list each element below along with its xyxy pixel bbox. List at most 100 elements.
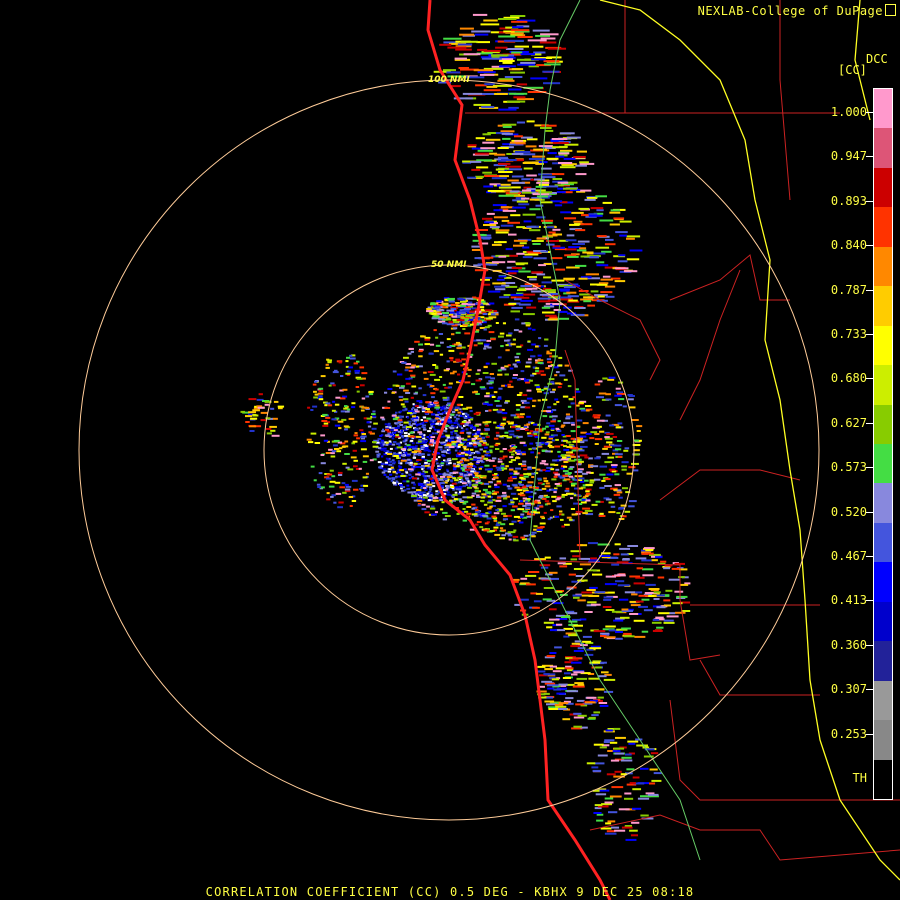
radar-echo — [405, 462, 408, 465]
radar-echo — [448, 382, 453, 385]
radar-echo — [434, 406, 441, 409]
radar-echo — [604, 478, 611, 481]
radar-echo — [618, 518, 625, 520]
color-scale-tick-label: 0.467 — [830, 549, 867, 563]
radar-echo — [359, 366, 365, 369]
radar-echo — [392, 478, 396, 481]
radar-echo — [329, 480, 336, 483]
radar-echo — [404, 451, 408, 454]
radar-echo — [496, 468, 502, 471]
radar-echo — [547, 406, 552, 409]
radar-echo — [527, 39, 547, 42]
radar-echo — [595, 261, 605, 264]
radar-echo — [499, 537, 505, 540]
radar-echo — [561, 525, 565, 528]
radar-echo — [451, 411, 456, 413]
radar-echo — [475, 137, 485, 140]
radar-echo — [350, 456, 357, 459]
radar-echo — [539, 564, 551, 567]
radar-echo — [613, 727, 621, 730]
radar-echo — [388, 440, 392, 443]
radar-echo — [456, 455, 461, 458]
radar-echo — [344, 453, 350, 455]
radar-echo — [621, 826, 633, 829]
radar-echo — [409, 461, 413, 464]
radar-echo — [500, 424, 505, 427]
radar-echo — [317, 392, 324, 395]
radar-echo — [428, 486, 433, 489]
radar-echo — [334, 448, 340, 450]
color-scale-tick-mark — [866, 156, 873, 158]
radar-echo — [484, 345, 489, 348]
radar-echo — [467, 375, 471, 378]
radar-echo — [532, 405, 536, 408]
radar-echo — [632, 807, 642, 810]
radar-echo — [492, 457, 497, 460]
radar-echo — [381, 462, 385, 465]
radar-echo — [411, 385, 417, 388]
radar-echo — [434, 428, 437, 431]
radar-echo — [410, 439, 414, 442]
radar-echo — [556, 692, 566, 695]
radar-echo — [509, 141, 526, 144]
radar-echo — [497, 147, 509, 149]
radar-echo — [531, 531, 537, 534]
radar-echo — [395, 411, 398, 414]
radar-echo — [455, 331, 461, 334]
radar-echo — [570, 430, 576, 433]
radar-echo — [478, 467, 482, 470]
radar-echo — [513, 244, 524, 247]
radar-echo — [540, 176, 556, 179]
radar-echo — [533, 148, 547, 151]
radar-echo — [585, 405, 592, 407]
radar-echo — [513, 515, 520, 518]
radar-echo — [551, 415, 558, 418]
radar-echo — [519, 242, 527, 245]
radar-echo — [436, 422, 440, 425]
radar-echo — [603, 678, 616, 681]
radar-echo — [476, 437, 482, 440]
radar-echo — [446, 309, 454, 312]
radar-echo — [595, 500, 601, 503]
radar-echo — [476, 431, 480, 433]
radar-echo — [624, 792, 632, 795]
radar-echo — [329, 469, 334, 472]
radar-echo — [540, 373, 546, 376]
radar-echo — [512, 26, 524, 29]
radar-echo — [500, 183, 511, 186]
radar-echo — [545, 469, 551, 472]
radar-echo — [619, 547, 631, 550]
radar-echo — [527, 466, 532, 469]
radar-echo — [559, 166, 576, 169]
radar-echo — [547, 299, 558, 302]
radar-echo — [499, 527, 504, 530]
radar-echo — [508, 233, 517, 236]
radar-echo — [403, 356, 409, 359]
radar-echo — [508, 430, 515, 433]
radar-echo — [543, 344, 548, 347]
radar-echo — [408, 369, 413, 372]
radar-echo — [318, 387, 324, 390]
radar-echo — [578, 401, 584, 404]
radar-echo — [550, 349, 556, 352]
radar-echo — [452, 493, 458, 496]
radar-echo — [538, 264, 546, 267]
radar-echo — [431, 432, 435, 435]
radar-echo — [574, 479, 578, 482]
radar-echo — [468, 473, 473, 476]
radar-echo — [571, 642, 580, 645]
radar-echo — [643, 755, 654, 758]
radar-echo — [584, 479, 589, 482]
radar-echo — [605, 498, 612, 501]
radar-echo — [405, 392, 411, 394]
radar-echo — [486, 491, 492, 494]
radar-echo — [597, 295, 605, 298]
radar-echo — [413, 499, 418, 502]
radar-echo — [435, 336, 439, 339]
color-scale-swatch — [874, 759, 892, 800]
color-scale-tick-label: 0.680 — [830, 371, 867, 386]
radar-echo — [484, 395, 490, 398]
radar-echo — [479, 440, 484, 443]
radar-echo — [604, 832, 617, 835]
radar-echo — [589, 647, 602, 650]
